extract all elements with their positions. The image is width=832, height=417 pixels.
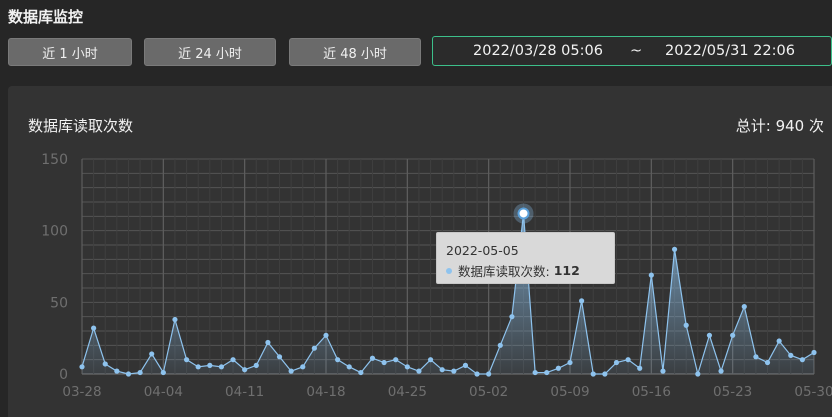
chart-total: 总计: 940 次 xyxy=(736,115,824,136)
data-point[interactable] xyxy=(218,364,225,370)
data-point[interactable] xyxy=(288,368,294,374)
data-point[interactable] xyxy=(253,362,259,368)
data-point[interactable] xyxy=(695,371,701,377)
total-value: 940 次 xyxy=(775,117,824,135)
chart-title: 数据库读取次数 xyxy=(28,117,134,135)
tooltip-series-name: 数据库读取次数: xyxy=(458,264,550,279)
data-point[interactable] xyxy=(486,371,492,377)
data-point[interactable] xyxy=(276,354,283,360)
data-point[interactable] xyxy=(451,368,457,374)
data-point[interactable] xyxy=(369,355,376,361)
data-point[interactable] xyxy=(183,357,190,363)
x-tick-label: 05-09 xyxy=(550,384,589,400)
x-tick-label: 04-18 xyxy=(306,384,345,400)
x-tick-label: 04-11 xyxy=(225,384,264,400)
data-point[interactable] xyxy=(776,338,782,344)
data-point[interactable] xyxy=(579,298,585,304)
y-tick-label: 100 xyxy=(41,224,68,240)
data-point[interactable] xyxy=(125,371,132,377)
x-tick-label: 05-16 xyxy=(632,384,671,400)
data-point[interactable] xyxy=(346,364,352,370)
data-point[interactable] xyxy=(427,357,434,363)
data-point[interactable] xyxy=(474,371,480,377)
chart-tooltip: 2022-05-05 数据库读取次数: 112 xyxy=(436,232,615,284)
tooltip-date: 2022-05-05 xyxy=(446,243,519,258)
data-point[interactable] xyxy=(706,332,713,338)
data-point[interactable] xyxy=(300,364,306,370)
data-point[interactable] xyxy=(509,314,515,320)
data-point[interactable] xyxy=(207,362,213,368)
date-range-end[interactable]: 2022/05/31 22:06 xyxy=(665,43,795,59)
data-point[interactable] xyxy=(544,369,550,376)
data-point[interactable] xyxy=(393,357,399,363)
data-point[interactable] xyxy=(439,367,445,373)
data-point[interactable] xyxy=(497,342,503,348)
y-tick-label: 0 xyxy=(59,367,68,383)
data-point[interactable] xyxy=(335,357,341,363)
x-tick-label: 04-04 xyxy=(144,384,183,400)
tooltip-series-marker xyxy=(446,267,452,274)
data-point[interactable] xyxy=(242,367,248,373)
data-point[interactable] xyxy=(567,359,573,366)
date-range-picker[interactable]: 2022/03/28 05:06 ~ 2022/05/31 22:06 xyxy=(432,36,832,66)
data-point[interactable] xyxy=(323,332,329,338)
date-range-start[interactable]: 2022/03/28 05:06 xyxy=(473,43,603,59)
data-point[interactable] xyxy=(381,359,387,366)
data-point[interactable] xyxy=(788,352,794,358)
chart-panel: 0 50 100 150 03-28 04-04 04-11 04-18 04-25 05-02 0… xyxy=(8,86,832,417)
y-tick-label: 50 xyxy=(50,295,68,311)
data-point[interactable] xyxy=(462,362,469,368)
data-point[interactable] xyxy=(741,304,747,310)
data-point[interactable] xyxy=(172,316,178,323)
last-1-hour-button[interactable]: 近 1 小时 xyxy=(8,38,132,66)
tooltip-value: 112 xyxy=(553,263,580,278)
data-point[interactable] xyxy=(404,364,410,370)
last-24-hours-button[interactable]: 近 24 小时 xyxy=(144,38,276,66)
data-point[interactable] xyxy=(730,332,736,338)
data-point[interactable] xyxy=(358,369,364,376)
data-point[interactable] xyxy=(91,325,97,331)
x-tick-label: 03-28 xyxy=(62,384,101,400)
data-point[interactable] xyxy=(311,345,317,351)
y-tick-label: 150 xyxy=(41,152,68,168)
data-point[interactable] xyxy=(811,349,817,356)
data-point[interactable] xyxy=(532,369,538,376)
data-point[interactable] xyxy=(718,368,724,374)
data-point[interactable] xyxy=(660,368,666,374)
data-point[interactable] xyxy=(160,369,166,376)
data-point[interactable] xyxy=(799,357,805,363)
data-point[interactable] xyxy=(137,369,143,376)
last-48-hours-button[interactable]: 近 48 小时 xyxy=(289,38,421,66)
data-point[interactable] xyxy=(79,364,85,370)
data-point[interactable] xyxy=(149,351,155,357)
highlight-point[interactable] xyxy=(517,207,530,220)
x-tick-label: 05-23 xyxy=(713,384,752,400)
data-point[interactable] xyxy=(590,371,596,377)
data-point[interactable] xyxy=(764,359,771,366)
total-label: 总计: xyxy=(735,117,771,135)
data-point[interactable] xyxy=(114,368,120,374)
data-point[interactable] xyxy=(637,365,643,371)
data-point[interactable] xyxy=(265,339,271,346)
x-tick-label: 04-25 xyxy=(388,384,427,400)
data-point[interactable] xyxy=(230,357,236,363)
data-point[interactable] xyxy=(753,354,759,360)
date-range-separator: ~ xyxy=(630,43,643,59)
data-point[interactable] xyxy=(602,371,608,377)
data-point[interactable] xyxy=(416,368,422,374)
data-point[interactable] xyxy=(555,365,561,371)
data-point[interactable] xyxy=(195,364,201,370)
x-tick-label: 05-30 xyxy=(794,384,832,400)
data-point[interactable] xyxy=(671,246,678,252)
data-point[interactable] xyxy=(648,272,654,278)
page-title: 数据库监控 xyxy=(8,8,84,26)
data-point[interactable] xyxy=(102,361,108,367)
data-point[interactable] xyxy=(625,357,631,363)
data-point[interactable] xyxy=(613,359,620,366)
x-tick-label: 05-02 xyxy=(469,384,508,400)
data-point[interactable] xyxy=(683,322,689,328)
